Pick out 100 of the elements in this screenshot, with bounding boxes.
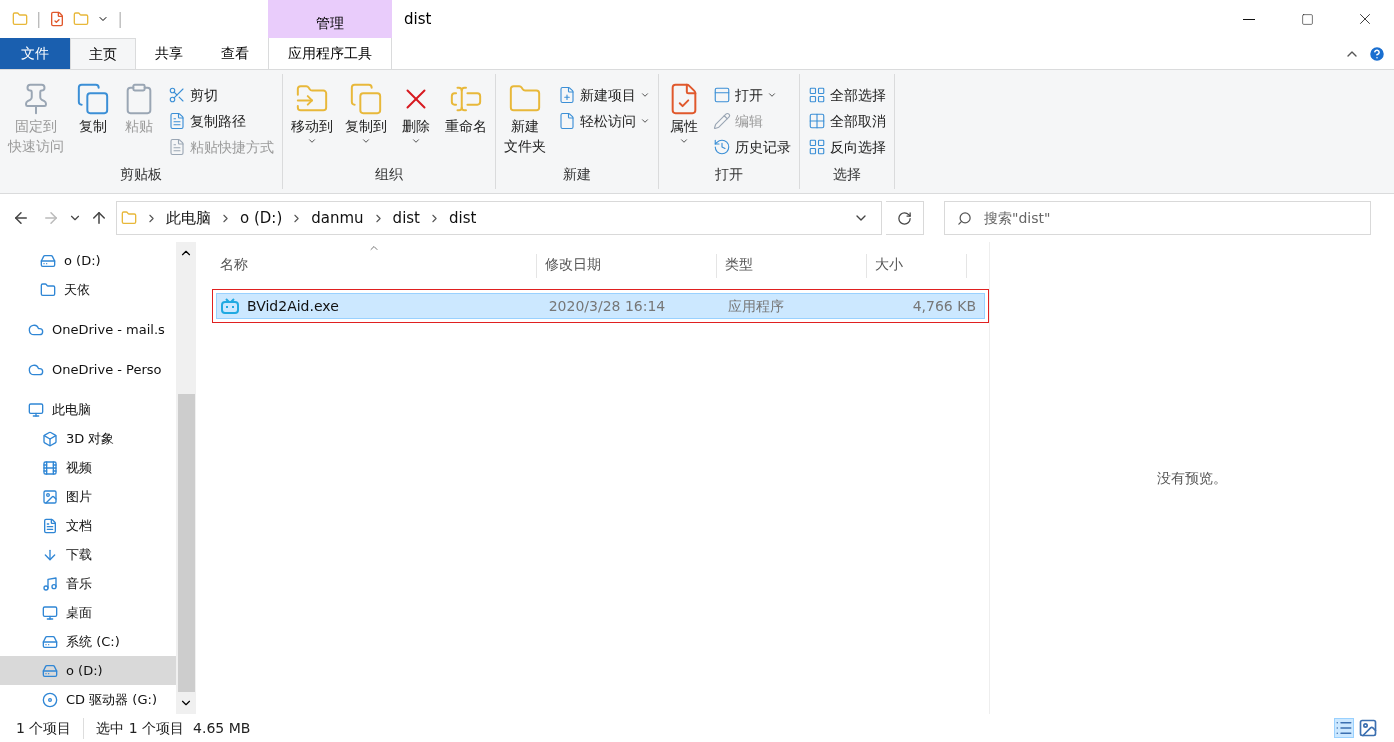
sidebar-item[interactable]: 桌面 — [0, 598, 176, 627]
maximize-icon — [1300, 12, 1314, 26]
sidebar-item[interactable]: 下载 — [0, 540, 176, 569]
ribbon-command[interactable]: 新建项目 — [554, 82, 654, 108]
file-check-icon[interactable] — [49, 11, 66, 27]
ribbon-command[interactable]: 全部选择 — [804, 82, 890, 108]
breadcrumb[interactable]: dist — [449, 206, 477, 230]
search-field[interactable]: 搜索"dist" — [944, 201, 1371, 235]
back-icon[interactable] — [12, 209, 30, 227]
file-icon — [558, 112, 576, 130]
breadcrumb[interactable]: o (D:) — [240, 206, 283, 230]
caret-icon — [640, 116, 650, 126]
sidebar-item[interactable]: 音乐 — [0, 569, 176, 598]
window-title: dist — [404, 9, 432, 30]
breadcrumb[interactable]: 此电脑 — [166, 206, 211, 230]
ribbon-command[interactable]: 剪切 — [164, 82, 278, 108]
table-cell-text: 2020/3/28 16:14 — [547, 296, 667, 316]
sidebar-item[interactable]: 3D 对象 — [0, 424, 176, 453]
ribbon-command[interactable]: 移动到 — [287, 78, 337, 164]
refresh-icon — [897, 210, 912, 226]
ribbon-command[interactable]: 全部取消 — [804, 108, 890, 134]
context-tab-header: 管理 — [268, 0, 392, 38]
separator-glyph: | — [117, 8, 123, 30]
sidebar-item[interactable]: 图片 — [0, 482, 176, 511]
large-icons-view-icon[interactable] — [1358, 718, 1378, 738]
sidebar-item[interactable]: 文档 — [0, 511, 176, 540]
file-row[interactable]: BVid2Aid.exe 2020/3/28 16:14 应用程序 4,766 KB — [216, 293, 985, 319]
grid-icon — [808, 138, 826, 156]
column-header[interactable]: 类型 — [717, 254, 867, 278]
details-view-icon[interactable] — [1334, 718, 1354, 738]
caret-icon — [640, 90, 650, 100]
ribbon-tab[interactable]: 共享 — [136, 38, 202, 69]
copy-icon — [76, 82, 110, 116]
image-icon — [42, 488, 58, 505]
ribbon-command[interactable]: 复制 — [72, 78, 114, 164]
tv-face-icon — [221, 298, 239, 314]
computer-icon — [28, 401, 44, 418]
sidebar-item[interactable]: 系统 (C:) — [0, 627, 176, 656]
sidebar-item[interactable]: CD 驱动器 (G:) — [0, 685, 176, 714]
folder-icon — [121, 210, 137, 226]
caret-icon — [361, 136, 371, 146]
caret-icon — [679, 136, 689, 146]
ribbon-command[interactable]: 新建 文件夹 — [500, 78, 550, 164]
cube-icon — [42, 430, 58, 447]
search-icon — [957, 210, 972, 226]
ribbon-command[interactable]: 属性 — [663, 78, 705, 164]
document-icon — [168, 112, 186, 130]
refresh-button[interactable] — [886, 201, 924, 235]
group-label: 组织 — [374, 165, 404, 184]
table-cell-text: 4,766 KB — [911, 296, 977, 316]
folder-icon — [40, 281, 56, 298]
ribbon-command[interactable]: 反向选择 — [804, 134, 890, 160]
ribbon-tab[interactable]: 文件 — [0, 38, 70, 69]
ribbon-command[interactable]: 重命名 — [441, 78, 491, 164]
music-icon — [42, 575, 58, 592]
ribbon-tab[interactable]: 主页 — [70, 38, 136, 69]
group-label: 打开 — [714, 165, 744, 184]
ribbon-command[interactable]: 轻松访问 — [554, 108, 654, 134]
ribbon-tab[interactable]: 查看 — [202, 38, 268, 69]
sidebar-item[interactable]: 视频 — [0, 453, 176, 482]
grid-icon — [808, 86, 826, 104]
separator-glyph: | — [36, 8, 42, 30]
caret-icon — [307, 136, 317, 146]
desktop-icon — [42, 604, 58, 621]
ribbon-command[interactable]: 复制到 — [341, 78, 391, 164]
search-input[interactable]: 搜索"dist" — [984, 207, 1358, 229]
ribbon-command[interactable]: 删除 — [395, 78, 437, 164]
scrollbar[interactable] — [176, 242, 196, 714]
grid-icon — [808, 112, 826, 130]
document-icon — [168, 138, 186, 156]
copy-icon — [349, 82, 383, 116]
column-header[interactable]: 大小 — [867, 254, 967, 278]
group-label: 剪贴板 — [119, 165, 163, 184]
sidebar-item[interactable]: 此电脑 — [0, 395, 176, 424]
sidebar-item[interactable]: o (D:) — [0, 656, 176, 685]
status-text: 选中 1 个项目 4.65 MB — [83, 717, 251, 739]
help-icon[interactable] — [1368, 44, 1386, 63]
breadcrumb[interactable]: danmu — [311, 206, 364, 230]
ribbon-command[interactable]: 复制路径 — [164, 108, 278, 134]
ribbon-command[interactable]: 历史记录 — [709, 134, 795, 160]
column-header[interactable]: 名称 — [212, 254, 537, 278]
sidebar-item[interactable]: OneDrive - mail.s — [0, 315, 176, 344]
window-icon — [713, 86, 731, 104]
document-icon — [42, 517, 58, 534]
address-bar[interactable]: 此电脑 o (D:) danmu dist dist — [116, 201, 882, 235]
column-header[interactable]: 修改日期 — [537, 254, 717, 278]
sidebar-item[interactable]: 天依 — [0, 275, 176, 304]
breadcrumb[interactable]: dist — [392, 206, 420, 230]
caret-icon — [767, 90, 777, 100]
file-plus-icon — [558, 86, 576, 104]
group-label: 选择 — [832, 165, 862, 184]
drive-icon — [42, 633, 58, 650]
up-icon[interactable] — [90, 209, 108, 227]
sidebar-item[interactable]: OneDrive - Perso — [0, 355, 176, 384]
group-label: 新建 — [562, 165, 592, 184]
preview-message: 没有预览。 — [1157, 468, 1227, 488]
table-cell: BVid2Aid.exe — [217, 295, 541, 317]
ribbon-command[interactable]: 打开 — [709, 82, 795, 108]
minimize-icon — [1243, 18, 1255, 20]
sidebar-item[interactable]: o (D:) — [0, 246, 176, 275]
